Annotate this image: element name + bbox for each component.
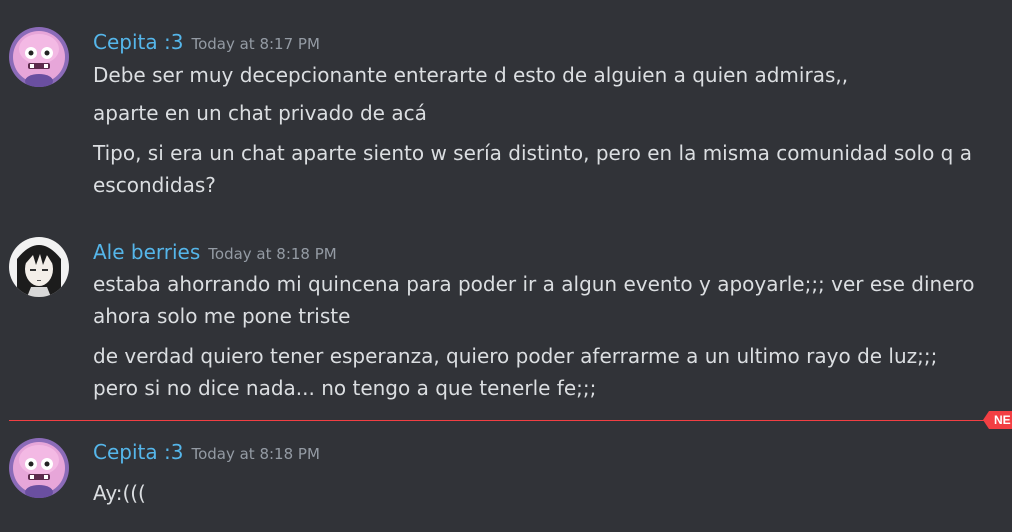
message-line: estaba ahorrando mi quincena para poder … <box>93 272 975 296</box>
timestamp: Today at 8:18 PM <box>191 445 320 463</box>
message-line: Tipo, si era un chat aparte siento w ser… <box>93 141 972 165</box>
message-line: aparte en un chat privado de acá <box>93 101 427 125</box>
new-messages-badge[interactable]: NE <box>983 411 1012 429</box>
pink-bird-avatar-icon[interactable] <box>9 438 69 498</box>
anime-girl-avatar-icon[interactable] <box>9 237 69 297</box>
message-line: ahora solo me pone triste <box>93 304 351 328</box>
timestamp: Today at 8:17 PM <box>191 35 320 53</box>
new-messages-divider <box>9 420 984 421</box>
timestamp: Today at 8:18 PM <box>208 245 337 263</box>
username[interactable]: Cepita :3 <box>93 440 183 464</box>
username[interactable]: Ale berries <box>93 240 200 264</box>
message-line: Debe ser muy decepcionante enterarte d e… <box>93 63 849 87</box>
username[interactable]: Cepita :3 <box>93 30 183 54</box>
pink-bird-avatar-icon[interactable] <box>9 27 69 87</box>
message-line: de verdad quiero tener esperanza, quiero… <box>93 344 938 368</box>
message-line: Ay:((( <box>93 481 146 505</box>
message-line: escondidas? <box>93 173 216 197</box>
message-line: pero si no dice nada... no tengo a que t… <box>93 376 597 400</box>
